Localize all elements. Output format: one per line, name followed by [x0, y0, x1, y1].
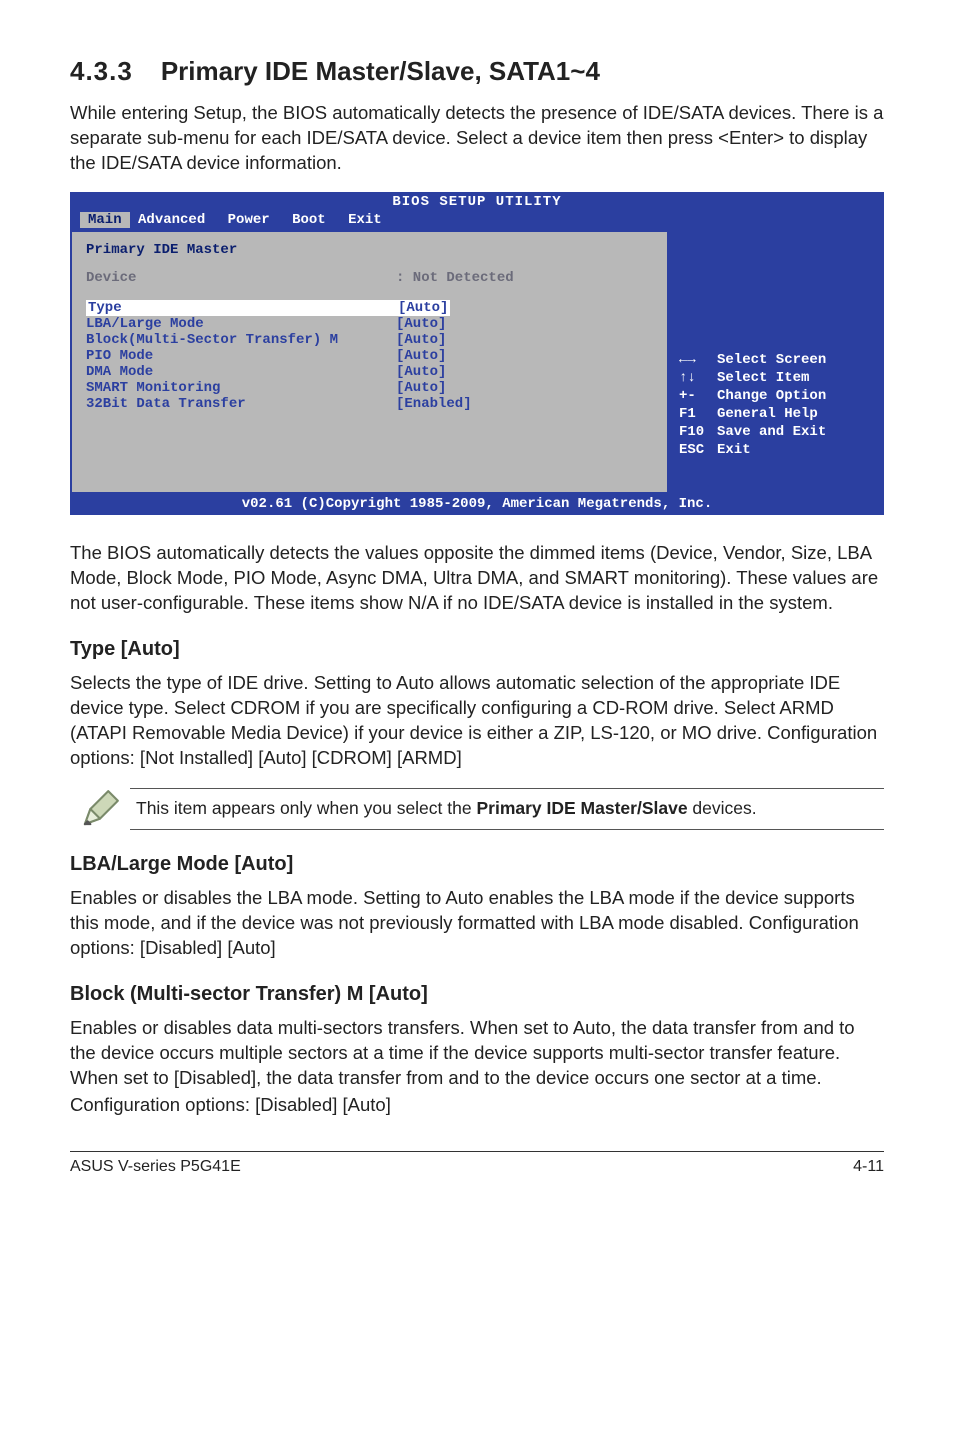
page-footer: ASUS V-series P5G41E 4-11 — [70, 1151, 884, 1176]
bios-main-panel: Primary IDE Master Device : Not Detected… — [72, 232, 667, 492]
bios-row-dma[interactable]: DMA Mode [Auto] — [86, 364, 653, 380]
note-post: devices. — [688, 798, 757, 818]
bios-row-pio-label: PIO Mode — [86, 348, 396, 364]
bios-tab-power[interactable]: Power — [228, 212, 284, 228]
section-heading: 4.3.3 Primary IDE Master/Slave, SATA1~4 — [70, 56, 884, 87]
type-heading: Type [Auto] — [70, 638, 884, 661]
section-title: Primary IDE Master/Slave, SATA1~4 — [161, 56, 600, 86]
bios-tabbar: Main Advanced Power Boot Exit — [70, 212, 884, 232]
bios-row-smart[interactable]: SMART Monitoring [Auto] — [86, 380, 653, 396]
lba-heading: LBA/Large Mode [Auto] — [70, 853, 884, 876]
block-paragraph-1: Enables or disables data multi-sectors t… — [70, 1016, 884, 1091]
bios-row-32bit-label: 32Bit Data Transfer — [86, 396, 396, 412]
bios-help-text: Save and Exit — [717, 424, 826, 440]
bios-row-type-value: [Auto] — [396, 300, 450, 316]
footer-product: ASUS V-series P5G41E — [70, 1158, 241, 1176]
bios-utility-title: BIOS SETUP UTILITY — [80, 194, 874, 210]
bios-help-row: F10Save and Exit — [679, 424, 872, 440]
bios-help-key: ESC — [679, 442, 717, 458]
bios-row-lba-value: [Auto] — [396, 316, 446, 332]
bios-help-row: ↑↓Select Item — [679, 370, 872, 386]
bios-help-key: +- — [679, 388, 717, 404]
bios-help-text: General Help — [717, 406, 818, 422]
bios-row-32bit[interactable]: 32Bit Data Transfer [Enabled] — [86, 396, 653, 412]
bios-row-lba-label: LBA/Large Mode — [86, 316, 396, 332]
bios-tab-main[interactable]: Main — [80, 212, 130, 228]
lba-paragraph: Enables or disables the LBA mode. Settin… — [70, 886, 884, 961]
bios-help-key: F1 — [679, 406, 717, 422]
bios-device-value: : Not Detected — [396, 270, 514, 286]
bios-row-type-label: Type — [86, 300, 396, 316]
bios-row-dma-label: DMA Mode — [86, 364, 396, 380]
footer-page-number: 4-11 — [853, 1158, 884, 1176]
bios-device-row: Device : Not Detected — [86, 270, 653, 286]
bios-row-block-value: [Auto] — [396, 332, 446, 348]
bios-help-key: ↑↓ — [679, 370, 717, 386]
bios-row-block-label: Block(Multi-Sector Transfer) M — [86, 332, 396, 348]
bios-row-smart-value: [Auto] — [396, 380, 446, 396]
bios-row-type[interactable]: Type [Auto] — [86, 300, 653, 316]
bios-row-dma-value: [Auto] — [396, 364, 446, 380]
after-bios-paragraph: The BIOS automatically detects the value… — [70, 541, 884, 616]
intro-paragraph: While entering Setup, the BIOS automatic… — [70, 101, 884, 176]
bios-help-key: F10 — [679, 424, 717, 440]
bios-help-text: Exit — [717, 442, 751, 458]
bios-row-smart-label: SMART Monitoring — [86, 380, 396, 396]
bios-help-text: Change Option — [717, 388, 826, 404]
bios-help-row: ESCExit — [679, 442, 872, 458]
bios-titlebar: BIOS SETUP UTILITY — [70, 192, 884, 212]
bios-row-pio[interactable]: PIO Mode [Auto] — [86, 348, 653, 364]
bios-tab-advanced[interactable]: Advanced — [138, 212, 219, 228]
bios-help-text: Select Screen — [717, 352, 826, 368]
bios-help-row: F1General Help — [679, 406, 872, 422]
bios-row-pio-value: [Auto] — [396, 348, 446, 364]
pencil-icon — [70, 787, 130, 831]
bios-screenshot: BIOS SETUP UTILITY Main Advanced Power B… — [70, 192, 884, 515]
note-text: This item appears only when you select t… — [130, 788, 884, 830]
bios-row-block[interactable]: Block(Multi-Sector Transfer) M [Auto] — [86, 332, 653, 348]
bios-help-panel: ←→Select Screen ↑↓Select Item +-Change O… — [667, 232, 882, 492]
bios-panel-title: Primary IDE Master — [86, 242, 653, 258]
bios-help-text: Select Item — [717, 370, 809, 386]
note-box: This item appears only when you select t… — [70, 787, 884, 831]
type-paragraph: Selects the type of IDE drive. Setting t… — [70, 671, 884, 771]
bios-body: Primary IDE Master Device : Not Detected… — [70, 232, 884, 494]
bios-row-lba[interactable]: LBA/Large Mode [Auto] — [86, 316, 653, 332]
bios-tab-exit[interactable]: Exit — [348, 212, 396, 228]
note-pre: This item appears only when you select t… — [136, 798, 476, 818]
bios-device-label: Device — [86, 270, 396, 286]
bios-help-row: +-Change Option — [679, 388, 872, 404]
bios-row-32bit-value: [Enabled] — [396, 396, 472, 412]
note-bold: Primary IDE Master/Slave — [476, 798, 687, 818]
block-paragraph-2: Configuration options: [Disabled] [Auto] — [70, 1093, 884, 1118]
block-heading: Block (Multi-sector Transfer) M [Auto] — [70, 983, 884, 1006]
bios-help-key: ←→ — [679, 352, 717, 368]
bios-tab-boot[interactable]: Boot — [292, 212, 340, 228]
bios-copyright: v02.61 (C)Copyright 1985-2009, American … — [70, 494, 884, 515]
section-number: 4.3.3 — [70, 56, 133, 86]
bios-help-row: ←→Select Screen — [679, 352, 872, 368]
